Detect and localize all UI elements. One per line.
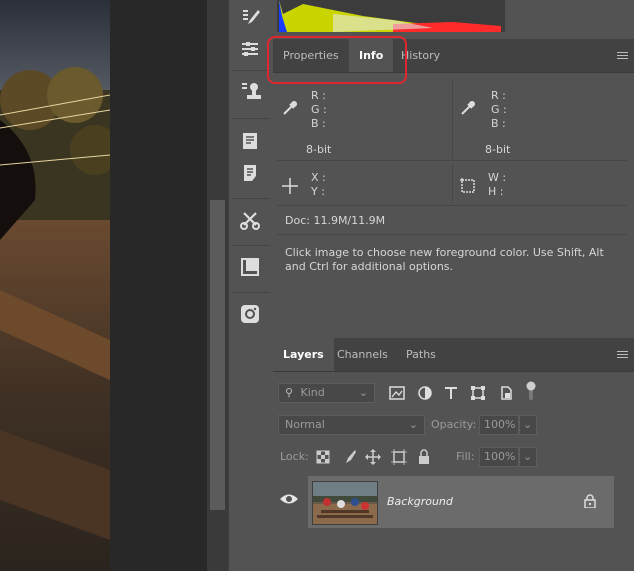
right-r-label: R : [491, 89, 506, 102]
right-bit-depth: 8-bit [485, 143, 511, 156]
left-r-label: R : [311, 89, 326, 102]
width-label: W : [488, 171, 507, 184]
info-hint-text: Click image to choose new foreground col… [285, 246, 604, 273]
eyedropper-icon [281, 99, 299, 120]
lock-position-icon[interactable] [365, 449, 381, 465]
tab-channels[interactable]: Channels [327, 338, 398, 371]
lock-image-pixels-icon[interactable] [341, 449, 357, 465]
left-bit-depth: 8-bit [306, 143, 332, 156]
opacity-label: Opacity: [431, 418, 477, 431]
layers-panel-menu-icon[interactable] [617, 351, 628, 359]
layer-kind-filter[interactable]: ⚲ Kind ⌄ [278, 383, 375, 403]
adjustments-icon[interactable] [235, 36, 265, 62]
blend-mode-select[interactable]: Normal ⌄ [278, 415, 425, 435]
fill-input[interactable]: 100% [479, 447, 519, 467]
fill-label: Fill: [456, 450, 475, 463]
layer-name[interactable]: Background [387, 495, 453, 508]
libraries-icon[interactable] [235, 254, 265, 280]
chevron-down-icon: ⌄ [523, 450, 533, 463]
x-coordinate-label: X : [311, 171, 326, 184]
annotation-highlight [267, 36, 407, 84]
crosshair-icon [281, 177, 299, 198]
left-b-label: B : [311, 117, 326, 130]
vertical-scrollbar[interactable] [207, 0, 228, 571]
filter-adjustment-icon[interactable] [417, 385, 433, 401]
info-panel-content: R : G : B : 8-bit R : G : B : 8-bit X : … [273, 73, 634, 331]
filter-type-icon[interactable] [443, 385, 459, 401]
lock-label: Lock: [280, 450, 309, 463]
canvas-pasteboard [110, 0, 207, 571]
tool-presets-icon[interactable] [235, 207, 265, 233]
brush-settings-icon[interactable] [235, 4, 265, 30]
layers-panel-tabbar: Layers Channels Paths [273, 338, 634, 372]
lock-transparent-pixels-icon[interactable] [315, 449, 331, 465]
document-canvas[interactable] [0, 0, 110, 571]
instagram-icon[interactable] [235, 301, 265, 327]
height-label: H : [488, 185, 504, 198]
selection-size-icon [459, 177, 477, 198]
lock-all-icon[interactable] [416, 449, 432, 465]
panel-menu-icon[interactable] [617, 52, 628, 60]
histogram-graph [277, 0, 505, 32]
opacity-dropdown[interactable]: ⌄ [519, 415, 537, 435]
filter-smart-object-icon[interactable] [498, 385, 514, 401]
chevron-down-icon: ⌄ [523, 418, 533, 431]
fill-dropdown[interactable]: ⌄ [519, 447, 537, 467]
chevron-down-icon: ⌄ [358, 386, 368, 399]
scrollbar-thumb[interactable] [210, 200, 225, 510]
right-b-label: B : [491, 117, 506, 130]
left-g-label: G : [311, 103, 327, 116]
opacity-input[interactable]: 100% [479, 415, 519, 435]
tab-layers[interactable]: Layers [273, 338, 334, 371]
doc-size: Doc: 11.9M/11.9M [285, 214, 386, 227]
right-g-label: G : [491, 103, 507, 116]
eyedropper-icon-right [459, 99, 477, 120]
clone-source-icon[interactable] [235, 78, 265, 104]
histogram-panel [273, 0, 634, 38]
chevron-down-icon: ⌄ [408, 418, 418, 431]
glyphs-icon[interactable] [235, 128, 265, 154]
layer-lock-icon [584, 494, 596, 511]
canvas-photo [0, 0, 110, 571]
lock-artboard-icon[interactable] [391, 449, 407, 465]
layer-visibility-eye-icon[interactable] [279, 492, 299, 509]
layer-thumbnail [312, 481, 378, 525]
notes-icon[interactable] [235, 160, 265, 186]
search-icon: ⚲ [285, 386, 294, 399]
filter-pixel-icon[interactable] [389, 385, 405, 401]
blend-mode-value: Normal [285, 418, 325, 431]
layer-row-background[interactable]: Background [308, 476, 614, 528]
filter-shape-icon[interactable] [470, 385, 486, 401]
tab-paths[interactable]: Paths [396, 338, 446, 371]
panel-icon-strip [228, 0, 274, 571]
y-coordinate-label: Y : [311, 185, 325, 198]
kind-filter-label: Kind [300, 386, 325, 399]
filter-toggle-switch[interactable] [525, 380, 537, 404]
